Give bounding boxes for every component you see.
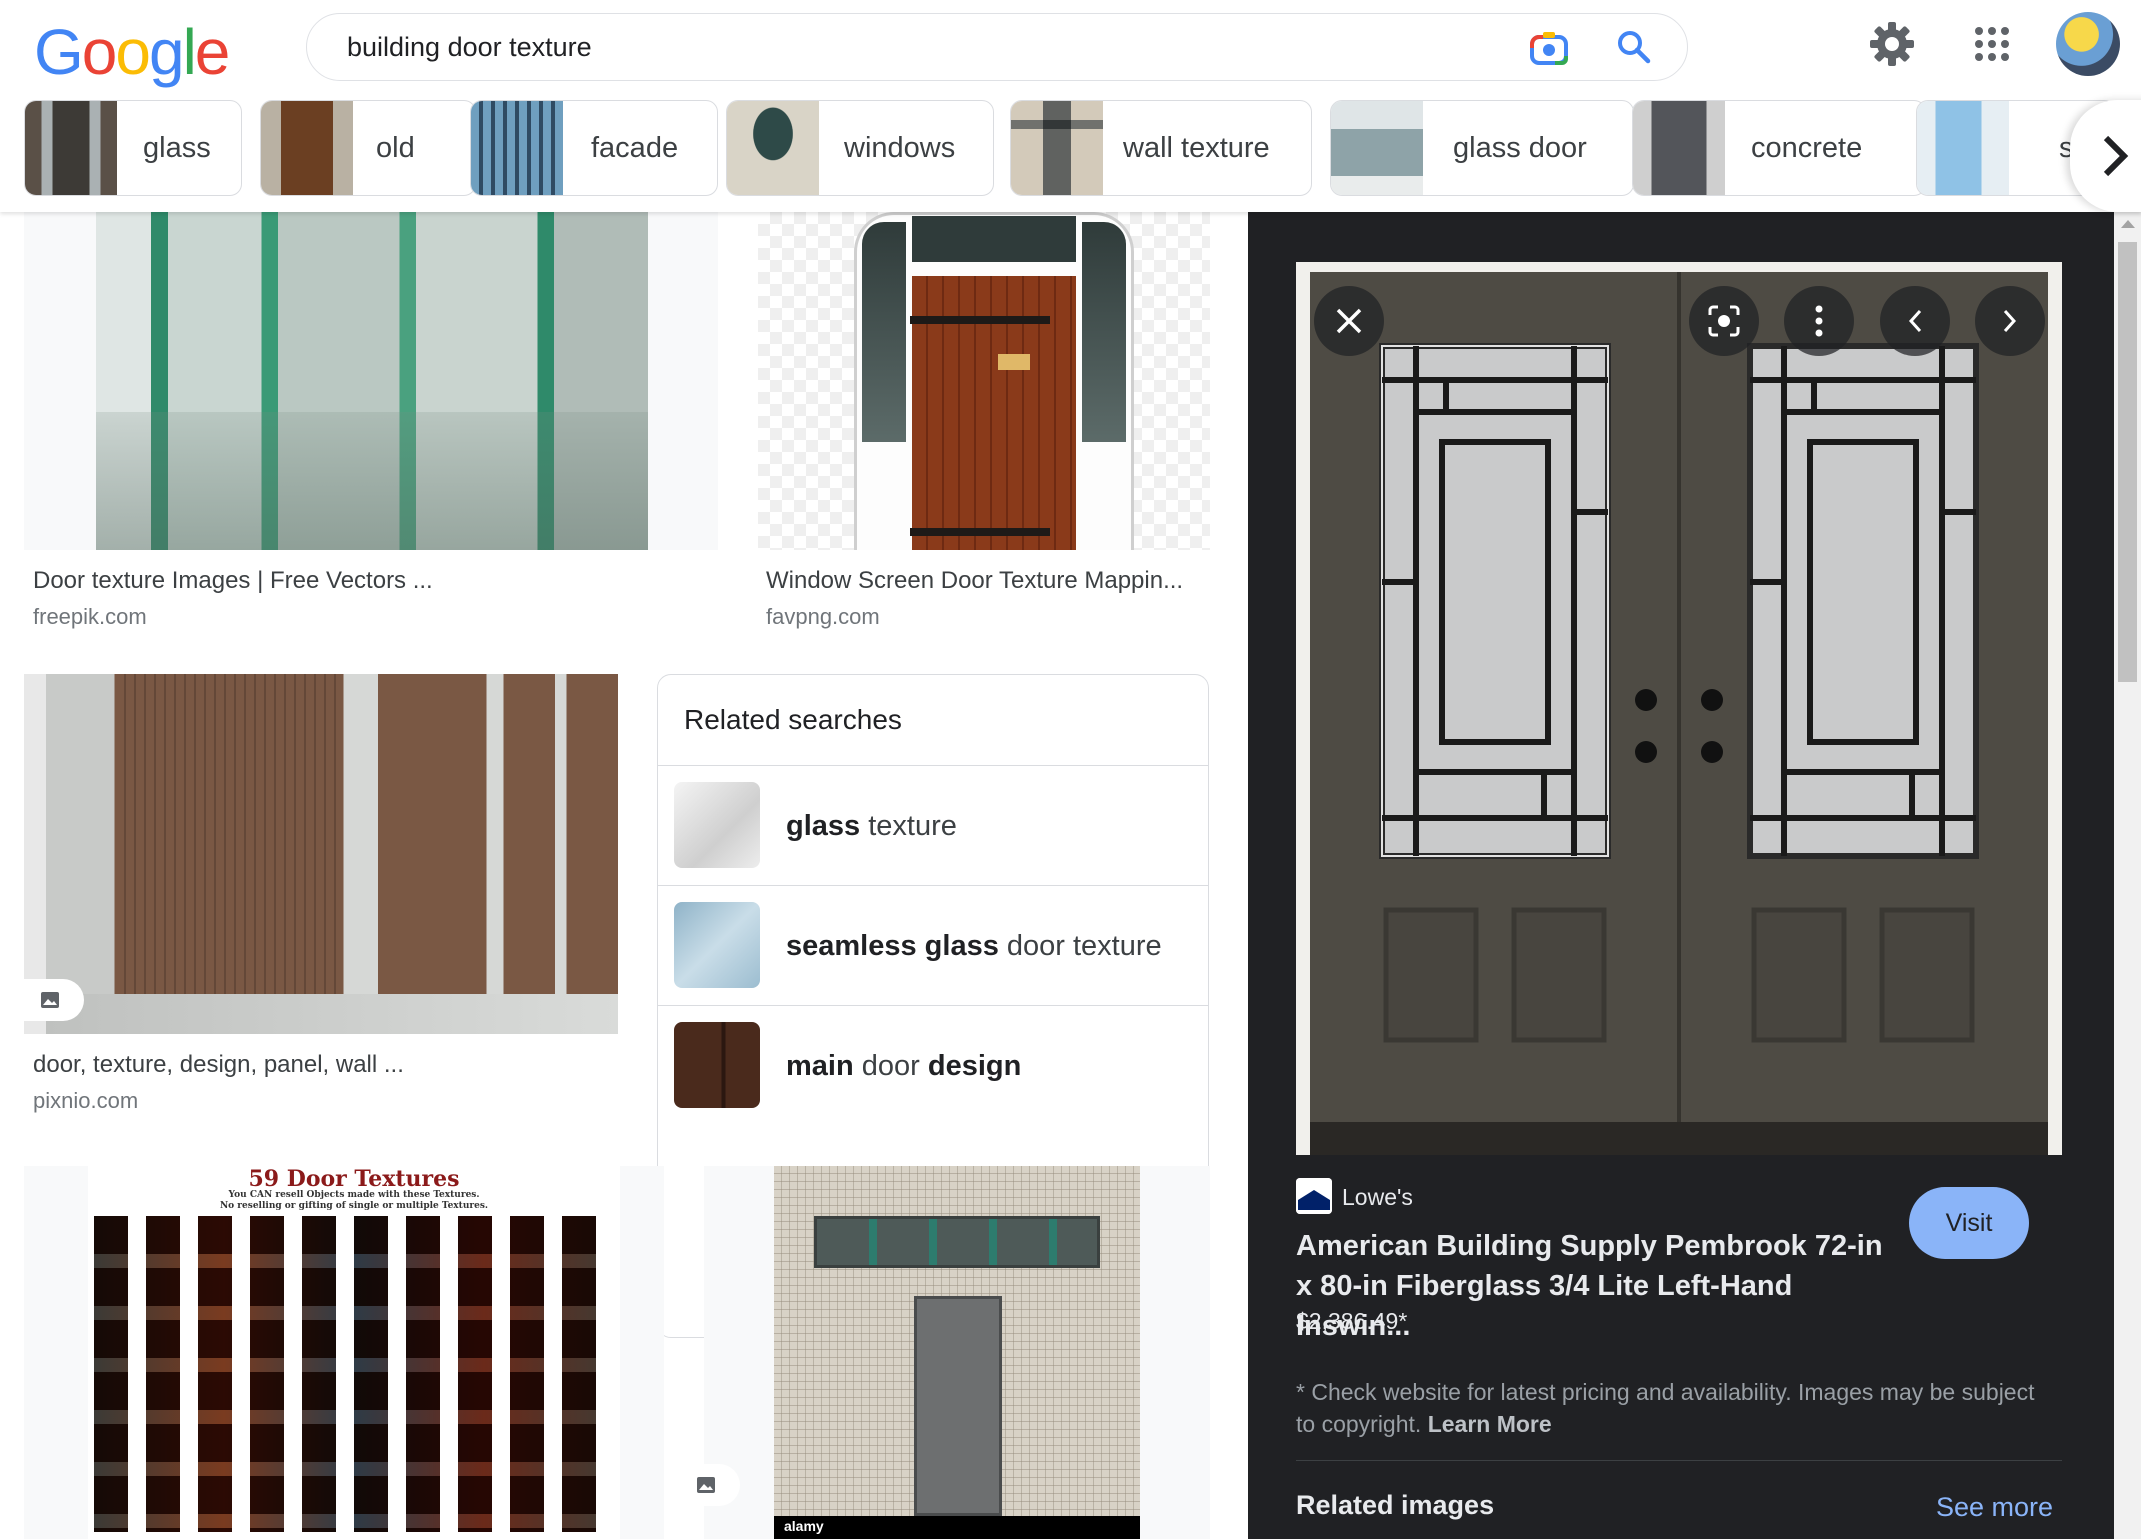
panel-scrollbar[interactable] bbox=[2114, 212, 2141, 1539]
related-thumbnail bbox=[674, 1022, 760, 1108]
search-icon[interactable] bbox=[1615, 28, 1653, 66]
chip-label: wall texture bbox=[1123, 132, 1270, 164]
chip-thumbnail bbox=[25, 101, 117, 195]
result-thumbnail[interactable] bbox=[24, 212, 718, 550]
image-result[interactable]: Door texture Images | Free Vectors ... f… bbox=[24, 212, 718, 642]
chip-label: old bbox=[376, 132, 415, 164]
chip-old[interactable]: old bbox=[260, 100, 476, 196]
chip-thumbnail bbox=[1917, 101, 2009, 195]
scrollbar-thumb[interactable] bbox=[2118, 242, 2137, 682]
lens-icon bbox=[1708, 305, 1740, 337]
chevron-right-icon bbox=[2003, 309, 2017, 333]
related-search-item[interactable]: seamless glass door texture bbox=[658, 885, 1208, 1005]
close-icon bbox=[1336, 308, 1362, 334]
google-logo[interactable]: Google bbox=[34, 14, 230, 90]
lowes-logo-icon bbox=[1296, 1178, 1332, 1214]
image-result[interactable]: 59 Door Textures You CAN resell Objects … bbox=[24, 1166, 664, 1539]
chip-label: glass bbox=[143, 132, 211, 164]
result-thumbnail[interactable] bbox=[24, 674, 618, 1034]
apps-grid-icon[interactable] bbox=[1974, 26, 2010, 62]
see-more-link[interactable]: See more bbox=[1936, 1492, 2053, 1523]
gear-icon[interactable] bbox=[1868, 20, 1916, 68]
camera-icon[interactable] bbox=[1529, 30, 1569, 66]
avatar[interactable] bbox=[2056, 12, 2120, 76]
image-badge bbox=[680, 1464, 740, 1506]
close-button[interactable] bbox=[1314, 286, 1384, 356]
chips-next-button[interactable] bbox=[2070, 100, 2141, 212]
search-input[interactable] bbox=[347, 14, 1497, 80]
lens-button[interactable] bbox=[1689, 286, 1759, 356]
collage-subheading: You CAN resell Objects made with these T… bbox=[228, 1190, 480, 1200]
more-options-button[interactable] bbox=[1784, 286, 1854, 356]
related-search-label: seamless glass door texture bbox=[786, 930, 1162, 962]
more-vert-icon bbox=[1815, 305, 1823, 337]
collage-heading: 59 Door Textures bbox=[248, 1166, 460, 1192]
chip-label: glass door bbox=[1453, 132, 1587, 164]
chip-glass[interactable]: glass bbox=[24, 100, 242, 196]
result-thumbnail[interactable]: 59 Door Textures You CAN resell Objects … bbox=[24, 1166, 664, 1539]
chip-thumbnail bbox=[471, 101, 563, 195]
image-badge bbox=[24, 979, 84, 1021]
related-searches-title: Related searches bbox=[684, 704, 902, 735]
chip-facade[interactable]: facade bbox=[470, 100, 718, 196]
result-site: favpng.com bbox=[766, 604, 880, 629]
image-result[interactable]: alamy bbox=[680, 1166, 1210, 1539]
related-images-heading: Related images bbox=[1296, 1490, 1495, 1520]
related-search-item[interactable]: main door design bbox=[658, 1005, 1208, 1125]
image-results-grid: Door texture Images | Free Vectors ... f… bbox=[0, 212, 1248, 1539]
refinement-chips: glass old facade windows wall texture gl… bbox=[24, 100, 2141, 200]
chip-wall-texture[interactable]: wall texture bbox=[1010, 100, 1312, 196]
image-icon bbox=[41, 992, 59, 1008]
next-image-button[interactable] bbox=[1975, 286, 2045, 356]
result-site: pixnio.com bbox=[33, 1088, 139, 1113]
related-thumbnail bbox=[674, 782, 760, 868]
top-header: Google building door texture glass old f… bbox=[0, 0, 2141, 212]
related-search-label: main door design bbox=[786, 1050, 1022, 1082]
chip-windows[interactable]: windows bbox=[726, 100, 994, 196]
divider bbox=[1296, 1460, 2062, 1461]
watermark-text: alamy bbox=[784, 1518, 824, 1534]
result-title[interactable]: Window Screen Door Texture Mappin... bbox=[766, 567, 1183, 595]
chip-concrete[interactable]: concrete bbox=[1632, 100, 1926, 196]
chip-label: facade bbox=[591, 132, 679, 164]
scroll-up-arrow-icon[interactable] bbox=[2121, 220, 2135, 228]
visit-button[interactable]: Visit bbox=[1909, 1187, 2029, 1259]
preview-image[interactable] bbox=[1296, 262, 2062, 1155]
chip-glass-door[interactable]: glass door bbox=[1330, 100, 1634, 196]
chip-label: windows bbox=[844, 132, 956, 164]
chip-thumbnail bbox=[1633, 101, 1725, 195]
chip-thumbnail bbox=[261, 101, 353, 195]
chip-thumbnail bbox=[727, 101, 819, 195]
result-title[interactable]: Door texture Images | Free Vectors ... bbox=[33, 567, 433, 595]
source-name: Lowe's bbox=[1342, 1184, 1413, 1210]
chevron-right-icon bbox=[2103, 135, 2129, 177]
result-site: freepik.com bbox=[33, 604, 147, 629]
result-thumbnail[interactable] bbox=[758, 212, 1210, 550]
chevron-left-icon bbox=[1908, 309, 1922, 333]
result-title[interactable]: door, texture, design, panel, wall ... bbox=[33, 1051, 404, 1079]
image-result[interactable]: door, texture, design, panel, wall ... p… bbox=[24, 674, 618, 1113]
learn-more-link[interactable]: Learn More bbox=[1428, 1411, 1552, 1437]
collage-subheading: No reselling or gifting of single or mul… bbox=[219, 1201, 489, 1211]
related-search-label: glass texture bbox=[786, 810, 957, 842]
result-thumbnail[interactable]: alamy bbox=[704, 1166, 1210, 1539]
previous-image-button[interactable] bbox=[1880, 286, 1950, 356]
related-search-item[interactable]: glass texture bbox=[658, 765, 1208, 885]
preview-price: $2,386.49* bbox=[1296, 1308, 1408, 1334]
double-door-image bbox=[1296, 262, 2062, 1155]
image-preview-panel: Lowe's American Building Supply Pembrook… bbox=[1248, 212, 2114, 1539]
related-thumbnail bbox=[674, 902, 760, 988]
disclaimer-text: * Check website for latest pricing and a… bbox=[1296, 1379, 2035, 1437]
chip-thumbnail bbox=[1011, 101, 1103, 195]
search-box bbox=[306, 13, 1688, 81]
chip-thumbnail bbox=[1331, 101, 1423, 195]
chip-label: concrete bbox=[1751, 132, 1863, 164]
image-icon bbox=[697, 1477, 715, 1493]
image-result[interactable]: Window Screen Door Texture Mappin... fav… bbox=[758, 212, 1210, 642]
